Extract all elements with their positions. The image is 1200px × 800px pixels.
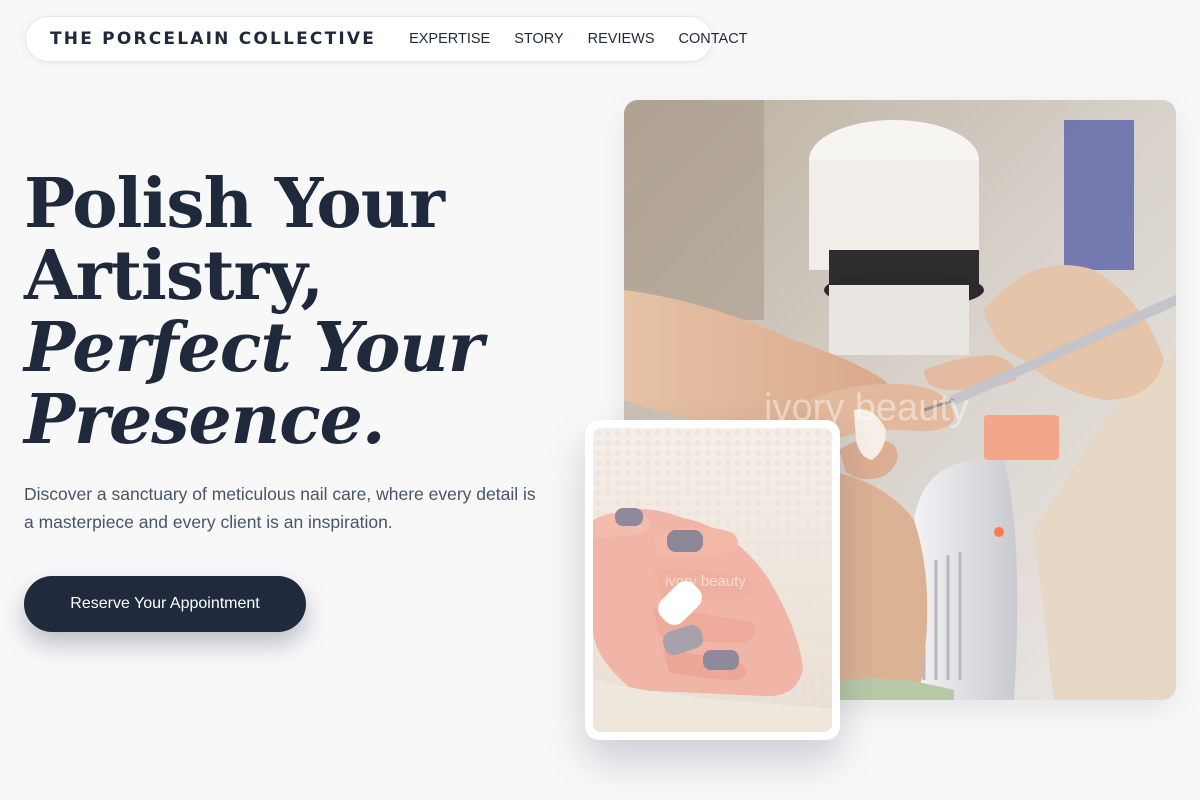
nav-link-reviews[interactable]: REVIEWS [588,31,655,47]
nail-art-photo-card: ivory beauty [585,420,840,740]
hero-title-line-3: Perfect Your [24,308,484,388]
hero-title-line-1: Polish Your [24,164,445,244]
reserve-appointment-button[interactable]: Reserve Your Appointment [24,576,306,632]
hero-title: Polish Your Artistry, Perfect Your Prese… [24,168,584,456]
brand-logo[interactable]: THE PORCELAIN COLLECTIVE [50,29,376,49]
page: THE PORCELAIN COLLECTIVE EXPERTISE STORY… [0,0,1200,800]
hero-title-line-4: Presence. [24,380,386,460]
nail-art-photo: ivory beauty [593,428,832,732]
nav-link-expertise[interactable]: EXPERTISE [409,31,490,47]
nav-links: EXPERTISE STORY REVIEWS CONTACT [409,31,747,47]
nav-link-contact[interactable]: CONTACT [679,31,748,47]
nav-link-story[interactable]: STORY [514,31,563,47]
top-navbar: THE PORCELAIN COLLECTIVE EXPERTISE STORY… [25,16,748,62]
hero-title-line-2: Artistry, [24,236,324,316]
small-photo-watermark: ivory beauty [665,573,746,590]
hero-description: Discover a sanctuary of meticulous nail … [24,484,536,532]
nail-art-illustration: ivory beauty [593,428,832,732]
